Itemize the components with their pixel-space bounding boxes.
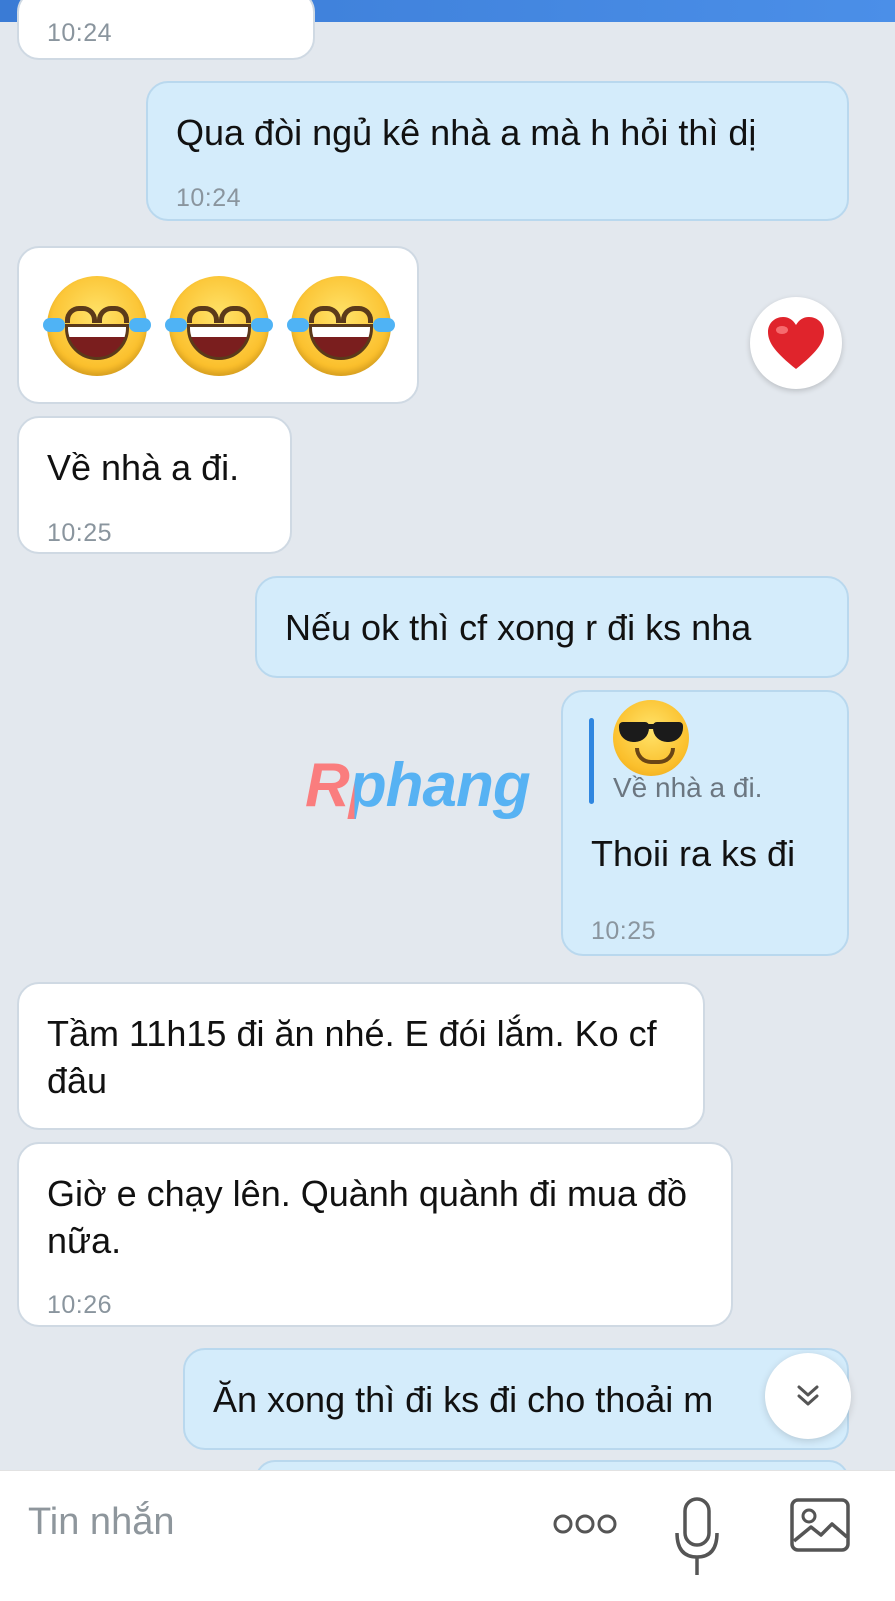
face-with-tears-of-joy-icon [287,276,395,376]
scroll-to-bottom-button[interactable] [765,1353,851,1439]
microphone-icon [675,1497,719,1575]
message-text: Nếu ok thì cf xong r đi ks nha [285,607,752,648]
message-text: Giờ e chạy lên. Quành quành đi mua đồ nữ… [47,1173,698,1261]
message-text: Thoii ra ks đi [591,833,796,874]
quote-bar [589,718,594,804]
quoted-text: Về nhà a đi. [613,772,763,803]
microphone-button[interactable] [672,1493,722,1583]
more-dots-icon [553,1514,617,1534]
message-input[interactable]: Tin nhắn [28,1501,174,1544]
message-bubble-incoming[interactable]: 10:24 [17,0,315,60]
watermark-logo: Rphang [305,751,531,820]
double-chevron-down-icon [797,1385,819,1406]
message-bubble-incoming[interactable]: Giờ e chạy lên. Quành quành đi mua đồ nữ… [17,1142,733,1327]
message-time: 10:26 [47,1291,113,1319]
message-bubble-incoming[interactable]: Về nhà a đi. 10:25 [17,416,292,554]
message-bubble-emoji[interactable] [17,246,419,404]
message-text: Ăn xong thì đi ks đi cho thoải m [213,1379,714,1420]
message-text: Về nhà a đi. [47,447,240,488]
message-bubble-outgoing[interactable]: Qua đòi ngủ kê nhà a mà h hỏi thì dị 10:… [146,81,849,221]
message-time: 10:25 [47,519,113,547]
heart-reaction-button[interactable] [750,297,842,389]
message-composer: Tin nhắn [0,1470,895,1601]
more-button[interactable] [552,1501,618,1547]
image-icon [790,1498,850,1552]
message-time: 10:25 [591,917,657,945]
message-text: Tầm 11h15 đi ăn nhé. E đói lắm. Ko cf đâ… [47,1013,667,1101]
message-bubble-outgoing[interactable]: Nếu ok thì cf xong r đi ks nha [255,576,849,678]
image-button[interactable] [788,1495,852,1555]
message-time: 10:24 [47,19,113,47]
message-bubble-outgoing[interactable]: Ăn xong thì đi ks đi cho thoải m [183,1348,849,1450]
message-bubble-incoming[interactable]: Tầm 11h15 đi ăn nhé. E đói lắm. Ko cf đâ… [17,982,705,1130]
message-time: 10:24 [176,184,242,212]
message-text: Qua đòi ngủ kê nhà a mà h hỏi thì dị [176,112,757,153]
message-bubble-reply[interactable]: Về nhà a đi. Thoii ra ks đi 10:25 [561,690,849,956]
red-heart-icon [768,317,824,369]
quoted-message[interactable]: Về nhà a đi. [563,692,847,812]
face-with-tears-of-joy-icon [43,276,151,376]
face-with-tears-of-joy-icon [165,276,273,376]
